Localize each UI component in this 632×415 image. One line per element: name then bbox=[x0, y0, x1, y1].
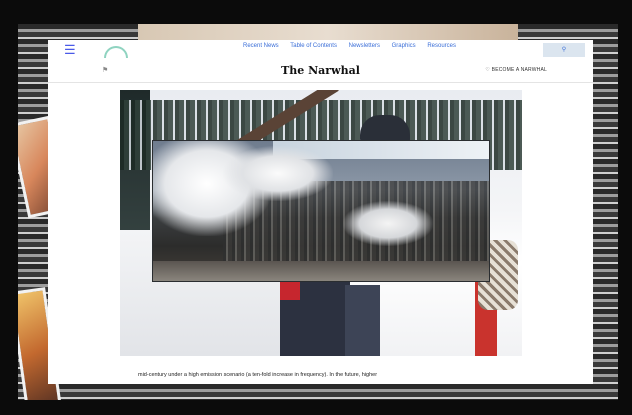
become-member-link[interactable]: ♡ BECOME A NARWHAL bbox=[485, 67, 547, 73]
hero-person-legs-2 bbox=[345, 285, 380, 356]
factory-smoke-right bbox=[343, 201, 433, 246]
nav-link-newsletters[interactable]: Newsletters bbox=[349, 43, 380, 49]
become-member-label: BECOME A NARWHAL bbox=[491, 67, 547, 73]
site-header: ⚑ The Narwhal ♡ BECOME A NARWHAL bbox=[48, 60, 593, 83]
top-navigation: ☰ Recent News Table of Contents Newslett… bbox=[48, 40, 593, 60]
factory-ground bbox=[153, 261, 489, 281]
nav-link-table-of-contents[interactable]: Table of Contents bbox=[290, 43, 337, 49]
hamburger-menu-icon[interactable]: ☰ bbox=[64, 43, 76, 56]
nav-link-graphics[interactable]: Graphics bbox=[392, 43, 416, 49]
search-icon[interactable]: ⚲ bbox=[543, 43, 585, 57]
nav-link-recent-news[interactable]: Recent News bbox=[243, 43, 279, 49]
hero-person-hat bbox=[360, 115, 410, 143]
factory-smoke-top bbox=[223, 146, 333, 201]
article-body-line: mid-century under a high emission scenar… bbox=[138, 372, 378, 378]
hero-red-jacket bbox=[280, 280, 300, 300]
narwhal-logo-icon[interactable] bbox=[104, 46, 128, 58]
nav-links: Recent News Table of Contents Newsletter… bbox=[243, 43, 466, 49]
nav-link-resources[interactable]: Resources bbox=[427, 43, 456, 49]
industrial-plant-photo bbox=[152, 140, 490, 282]
webpage-window: ☰ Recent News Table of Contents Newslett… bbox=[48, 40, 593, 384]
heart-icon: ♡ bbox=[485, 67, 491, 73]
